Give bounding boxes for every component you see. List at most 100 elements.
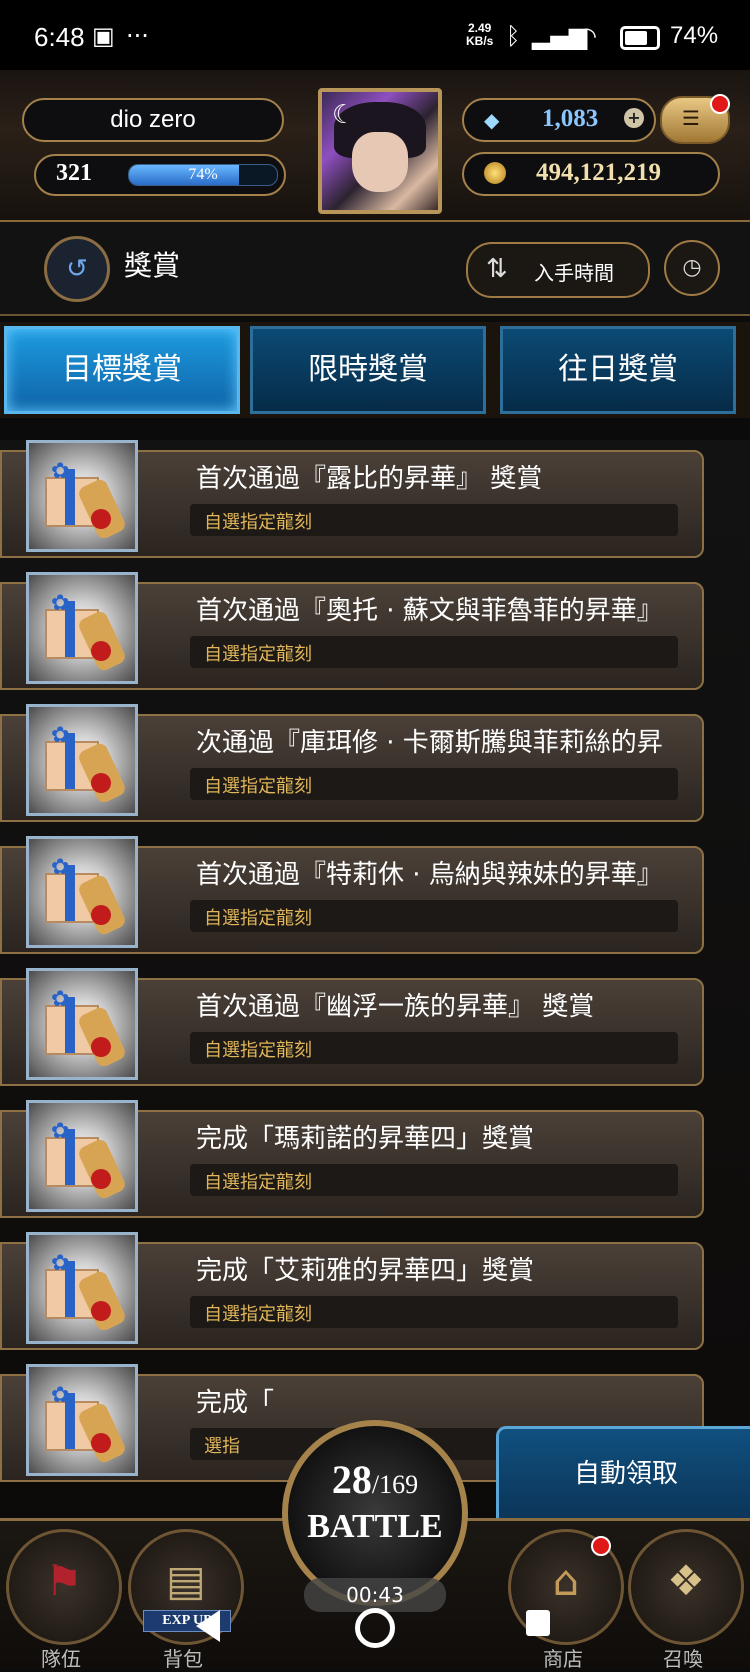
menu-icon: ☰ <box>682 106 700 130</box>
screen-record-icon: ▣ <box>92 22 115 50</box>
stamina-counter: 28/169 <box>288 1456 462 1503</box>
reward-thumbnail: ✿ <box>26 1232 138 1344</box>
system-back-icon[interactable] <box>196 1610 220 1642</box>
reward-row[interactable]: ✿ 次通過『庫珥修 · 卡爾斯騰與菲莉絲的昇自選指定龍刻 <box>0 704 710 822</box>
gift-bow-icon: ✿ <box>51 459 70 484</box>
reward-thumbnail: ✿ <box>26 572 138 684</box>
tab-past-rewards[interactable]: 往日獎賞 <box>500 326 736 414</box>
more-dots-icon: ··· <box>126 22 149 50</box>
network-speed-unit: KB/s <box>466 34 494 48</box>
wax-seal-icon <box>91 1433 111 1453</box>
wax-seal-icon <box>91 1301 111 1321</box>
system-home-icon[interactable] <box>355 1608 395 1648</box>
reward-thumbnail: ✿ <box>26 704 138 816</box>
filter-time-button[interactable]: ◷ <box>664 240 720 296</box>
reward-row[interactable]: ✿ 首次通過『特莉休 · 烏納與辣妹的昇華』自選指定龍刻 <box>0 836 710 954</box>
reward-title: 次通過『庫珥修 · 卡爾斯騰與菲莉絲的昇 <box>196 728 663 758</box>
reward-title: 首次通過『特莉休 · 烏納與辣妹的昇華』 <box>196 860 663 890</box>
gift-bow-icon: ✿ <box>51 1383 70 1408</box>
reward-row[interactable]: ✿ 完成「瑪莉諾的昇華四」獎賞自選指定龍刻 <box>0 1100 710 1218</box>
gift-bow-icon: ✿ <box>51 987 70 1012</box>
gem-icon: ◆ <box>484 108 500 132</box>
shop-notification-badge <box>591 1536 611 1556</box>
network-speed: 2.49 KB/s <box>466 22 493 48</box>
gift-bow-icon: ✿ <box>51 855 70 880</box>
gift-bow-icon: ✿ <box>51 591 70 616</box>
gallery-clock-icon: ◷ <box>682 255 702 280</box>
reward-thumbnail: ✿ <box>26 1364 138 1476</box>
back-button[interactable]: ↺ <box>44 236 110 302</box>
reward-thumbnail: ✿ <box>26 968 138 1080</box>
battle-label: BATTLE <box>307 1508 443 1545</box>
wax-seal-icon <box>91 509 111 529</box>
reward-title: 首次通過『幽浮一族的昇華』 獎賞 <box>196 992 595 1022</box>
stamina-max: 169 <box>379 1470 419 1499</box>
reward-title: 首次通過『奧托 · 蘇文與菲魯菲的昇華』 <box>196 596 663 626</box>
title-bar: ↺ 獎賞 ⇅ 入手時間 ◷ <box>0 222 750 316</box>
reward-row[interactable]: ✿ 首次通過『奧托 · 蘇文與菲魯菲的昇華』自選指定龍刻 <box>0 572 710 690</box>
reward-thumbnail: ✿ <box>26 836 138 948</box>
gem-counter: ◆ 1,083 + <box>462 98 656 142</box>
reward-title: 完成「艾莉雅的昇華四」獎賞 <box>196 1256 535 1286</box>
tab-limited-rewards[interactable]: 限時獎賞 <box>250 326 486 414</box>
wax-seal-icon <box>91 773 111 793</box>
level-pill: 321 74% <box>34 154 286 196</box>
reward-subtitle: 選指 <box>204 1436 240 1457</box>
auto-claim-button[interactable]: 自動領取 <box>496 1426 750 1528</box>
system-recents-icon[interactable] <box>526 1610 550 1636</box>
add-gems-button[interactable]: + <box>624 108 644 128</box>
status-bar: 6:48 ▣ ··· 2.49 KB/s ᛒ ▂▄▆ ◠ 74% <box>0 0 750 70</box>
reward-thumbnail: ✿ <box>26 1100 138 1212</box>
wax-seal-icon <box>91 1037 111 1057</box>
page-title: 獎賞 <box>124 249 181 282</box>
player-avatar[interactable]: ☾ <box>318 88 442 214</box>
reward-title: 首次通過『露比的昇華』 獎賞 <box>196 464 543 494</box>
avatar-face <box>352 132 408 192</box>
reward-subtitle: 自選指定龍刻 <box>204 1040 312 1061</box>
reward-row[interactable]: ✿ 完成「艾莉雅的昇華四」獎賞自選指定龍刻 <box>0 1232 710 1350</box>
reward-subtitle: 自選指定龍刻 <box>204 512 312 533</box>
reward-subtitle: 自選指定龍刻 <box>204 1304 312 1325</box>
wax-seal-icon <box>91 641 111 661</box>
system-nav-bar <box>0 1590 750 1667</box>
bluetooth-icon: ᛒ <box>506 22 521 50</box>
xp-percent: 74% <box>188 166 218 183</box>
reward-subtitle: 自選指定龍刻 <box>204 776 312 797</box>
reward-subtitle: 自選指定龍刻 <box>204 908 312 929</box>
back-arrow-icon: ↺ <box>66 254 88 284</box>
reward-row[interactable]: ✿ 首次通過『露比的昇華』 獎賞自選指定龍刻 <box>0 440 710 558</box>
gold-counter: 494,121,219 <box>462 152 720 196</box>
player-name[interactable]: dio zero <box>22 98 284 142</box>
gift-bow-icon: ✿ <box>51 1119 70 1144</box>
wax-seal-icon <box>91 1169 111 1189</box>
moon-icon: ☾ <box>332 100 356 130</box>
reward-row[interactable]: ✿ 首次通過『幽浮一族的昇華』 獎賞自選指定龍刻 <box>0 968 710 1086</box>
tab-goal-rewards[interactable]: 目標獎賞 <box>4 326 240 414</box>
player-level: 321 <box>56 160 92 186</box>
xp-bar: 74% <box>128 164 278 186</box>
reward-subtitle: 自選指定龍刻 <box>204 1172 312 1193</box>
sort-label: 入手時間 <box>534 261 614 285</box>
gem-value: 1,083 <box>542 105 599 132</box>
gift-bow-icon: ✿ <box>51 723 70 748</box>
gold-coin-icon <box>484 162 506 184</box>
reward-subtitle: 自選指定龍刻 <box>204 644 312 665</box>
clock: 6:48 <box>34 22 85 52</box>
reward-title: 完成「 <box>196 1388 275 1418</box>
reward-list[interactable]: ✿ 首次通過『露比的昇華』 獎賞自選指定龍刻 ✿ 首次通過『奧托 · 蘇文與菲魯菲的昇… <box>0 440 750 1520</box>
notification-badge <box>710 94 730 114</box>
battery-icon <box>620 26 660 50</box>
reward-thumbnail: ✿ <box>26 440 138 552</box>
wax-seal-icon <box>91 905 111 925</box>
reward-tabs: 目標獎賞 限時獎賞 往日獎賞 <box>0 322 750 418</box>
sort-button[interactable]: ⇅ 入手時間 <box>466 242 650 298</box>
reward-title: 完成「瑪莉諾的昇華四」獎賞 <box>196 1124 535 1154</box>
main-menu-button[interactable]: ☰ <box>660 94 730 144</box>
sort-icon: ⇅ <box>486 254 508 284</box>
stamina-current: 28 <box>331 1457 372 1502</box>
battery-percent: 74% <box>670 22 719 49</box>
wifi-icon: ◠ <box>576 22 597 50</box>
battery-fill <box>625 31 648 45</box>
gold-value: 494,121,219 <box>536 159 661 186</box>
gift-bow-icon: ✿ <box>51 1251 70 1276</box>
